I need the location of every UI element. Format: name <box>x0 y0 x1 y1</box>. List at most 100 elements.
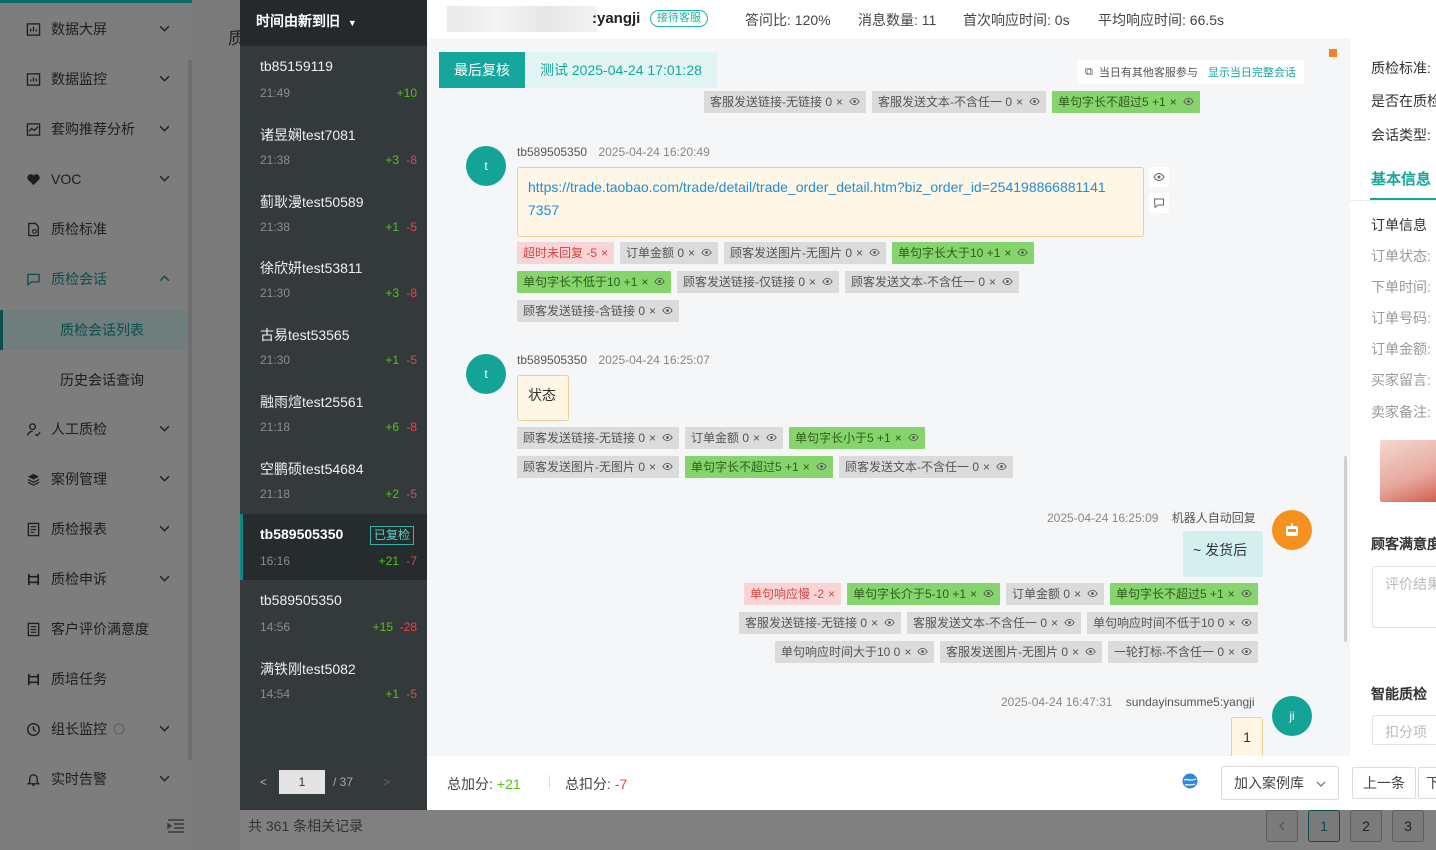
nav-item-data-screen[interactable]: 数据大屏 <box>0 4 192 54</box>
eye-icon[interactable] <box>884 617 895 628</box>
remove-tag-icon[interactable]: × <box>1170 95 1177 109</box>
qc-rule-tag[interactable]: 订单金额 0 × <box>620 242 719 264</box>
tab-basic-info[interactable]: 基本信息 <box>1371 168 1431 189</box>
qc-rule-tag[interactable]: 一轮打标-不含任一 0 × <box>1108 641 1259 663</box>
session-item[interactable]: 蓟耿漫test50589 21:38 +1 -5 <box>240 180 427 246</box>
remove-tag-icon[interactable]: × <box>1004 246 1011 260</box>
qc-rule-tag[interactable]: 单句响应时间不低于10 0 × <box>1087 612 1259 634</box>
eye-icon[interactable] <box>816 461 827 472</box>
eye-icon[interactable] <box>1085 646 1096 657</box>
eye-icon[interactable] <box>701 247 712 258</box>
nav-item-data-monitor[interactable]: 数据监控 <box>0 54 192 104</box>
session-item[interactable]: 诸昱娴test7081 21:38 +3 -8 <box>240 113 427 179</box>
prev-session-button[interactable]: 上一条 <box>1352 767 1416 799</box>
nav-item-leader-monitor[interactable]: 组长监控 <box>0 704 192 754</box>
qc-rule-tag[interactable]: 顾客发送链接-含链接 0 × <box>517 300 680 322</box>
page-input[interactable]: 1 <box>279 770 326 794</box>
eye-icon[interactable] <box>662 461 673 472</box>
show-full-session-link[interactable]: 显示当日完整会话 <box>1208 64 1296 80</box>
qc-rule-tag[interactable]: 单句字长不超过5 +1 × <box>1052 91 1200 113</box>
eye-icon[interactable] <box>1029 96 1040 107</box>
remove-tag-icon[interactable]: × <box>1072 645 1079 659</box>
remove-tag-icon[interactable]: × <box>1074 587 1081 601</box>
order-link[interactable]: https://trade.taobao.com/trade/detail/tr… <box>528 179 1106 218</box>
remove-tag-icon[interactable]: × <box>753 431 760 445</box>
remove-tag-icon[interactable]: × <box>649 304 656 318</box>
qc-rule-tag[interactable]: 客服发送链接-无链接 0 × <box>704 91 867 113</box>
eye-icon[interactable] <box>1087 588 1098 599</box>
eye-icon[interactable] <box>1149 167 1169 187</box>
qc-rule-tag[interactable]: 顾客发送链接-无链接 0 × <box>517 427 680 449</box>
session-item[interactable]: 满铁刚test5082 14:54 +1 -5 <box>240 647 427 713</box>
eye-icon[interactable] <box>1002 276 1013 287</box>
remove-tag-icon[interactable]: × <box>836 95 843 109</box>
nav-item-manual-qc[interactable]: 人工质检 <box>0 404 192 454</box>
eye-icon[interactable] <box>849 96 860 107</box>
menu-collapse-icon[interactable] <box>166 817 186 835</box>
eye-icon[interactable] <box>1183 96 1194 107</box>
comment-icon[interactable] <box>1149 193 1169 213</box>
session-item[interactable]: 空鹏硕test54684 21:18 +2 -5 <box>240 447 427 513</box>
eye-icon[interactable] <box>822 276 833 287</box>
qc-rule-tag[interactable]: 订单金额 0 × <box>685 427 784 449</box>
remove-tag-icon[interactable]: × <box>904 645 911 659</box>
qc-rule-tag[interactable]: 单句字长不超过5 +1 × <box>685 456 833 478</box>
remove-tag-icon[interactable]: × <box>1016 95 1023 109</box>
remove-tag-icon[interactable]: × <box>601 246 608 260</box>
qc-rule-tag[interactable]: 客服发送文本-不含任一 0 × <box>907 612 1082 634</box>
qc-rule-tag[interactable]: 顾客发送文本-不含任一 0 × <box>839 456 1014 478</box>
bg-page-button[interactable]: 2 <box>1350 810 1382 842</box>
eye-icon[interactable] <box>983 588 994 599</box>
session-item[interactable]: 古易test53565 21:30 +1 -5 <box>240 313 427 379</box>
eye-icon[interactable] <box>996 461 1007 472</box>
chat-scrollbar[interactable] <box>1344 456 1347 642</box>
nav-sub-session-list[interactable]: 质检会话列表 <box>0 310 192 350</box>
qc-rule-tag[interactable]: 顾客发送图片-无图片 0 × <box>724 242 887 264</box>
session-item[interactable]: tb85159119 21:49 +10 <box>240 46 427 112</box>
remove-tag-icon[interactable]: × <box>1228 645 1235 659</box>
remove-tag-icon[interactable]: × <box>641 275 648 289</box>
nav-item-satisfaction[interactable]: 客户评价满意度 <box>0 604 192 654</box>
nav-item-case-management[interactable]: 案例管理 <box>0 454 192 504</box>
next-session-button[interactable]: 下 <box>1418 767 1436 799</box>
eye-icon[interactable] <box>1241 588 1252 599</box>
qc-rule-tag[interactable]: 单句字长不低于10 +1 × <box>517 271 672 293</box>
remove-tag-icon[interactable]: × <box>1228 616 1235 630</box>
deduct-items-field[interactable]: 扣分项 <box>1372 715 1436 745</box>
remove-tag-icon[interactable]: × <box>895 431 902 445</box>
nav-item-qc-report[interactable]: 质检报表 <box>0 504 192 554</box>
qc-rule-tag[interactable]: 客服发送文本-不含任一 0 × <box>872 91 1047 113</box>
qc-rule-tag[interactable]: 超时未回复 -5 × <box>517 242 615 264</box>
remove-tag-icon[interactable]: × <box>871 616 878 630</box>
eye-icon[interactable] <box>1241 646 1252 657</box>
eye-icon[interactable] <box>908 432 919 443</box>
session-item[interactable]: 融雨煊test25561 21:18 +6 -8 <box>240 380 427 446</box>
remove-tag-icon[interactable]: × <box>803 460 810 474</box>
eye-icon[interactable] <box>1241 617 1252 628</box>
eye-icon[interactable] <box>766 432 777 443</box>
eye-icon[interactable] <box>662 305 673 316</box>
remove-tag-icon[interactable]: × <box>1228 587 1235 601</box>
nav-item-qc-sessions[interactable]: 质检会话 <box>0 254 192 304</box>
eye-icon[interactable] <box>869 247 880 258</box>
tab-final-review[interactable]: 最后复核 <box>439 52 525 88</box>
session-item[interactable]: tb589505350 已复检 16:16 +21 -7 <box>240 513 427 580</box>
eye-icon[interactable] <box>654 276 666 287</box>
remove-tag-icon[interactable]: × <box>809 275 816 289</box>
qc-rule-tag[interactable]: 单句字长介于5-10 +1 × <box>847 583 1001 605</box>
nav-item-bundle-analysis[interactable]: 套购推荐分析 <box>0 104 192 154</box>
qc-rule-tag[interactable]: 顾客发送图片-无图片 0 × <box>517 456 680 478</box>
eye-icon[interactable] <box>1017 247 1029 258</box>
remove-tag-icon[interactable]: × <box>828 587 835 601</box>
remove-tag-icon[interactable]: × <box>856 246 863 260</box>
chevron-left-icon[interactable]: < <box>260 775 267 789</box>
bg-page-button[interactable]: 1 <box>1308 810 1340 842</box>
qc-rule-tag[interactable]: 单句字长不超过5 +1 × <box>1110 583 1258 605</box>
bg-prev-page-button[interactable] <box>1266 810 1298 842</box>
remove-tag-icon[interactable]: × <box>970 587 977 601</box>
nav-item-qc-standard[interactable]: 质检标准 <box>0 204 192 254</box>
session-item[interactable]: tb589505350 14:56 +15 -28 <box>240 580 427 646</box>
remove-tag-icon[interactable]: × <box>688 246 695 260</box>
qc-rule-tag[interactable]: 顾客发送文本-不含任一 0 × <box>845 271 1020 293</box>
remove-tag-icon[interactable]: × <box>989 275 996 289</box>
